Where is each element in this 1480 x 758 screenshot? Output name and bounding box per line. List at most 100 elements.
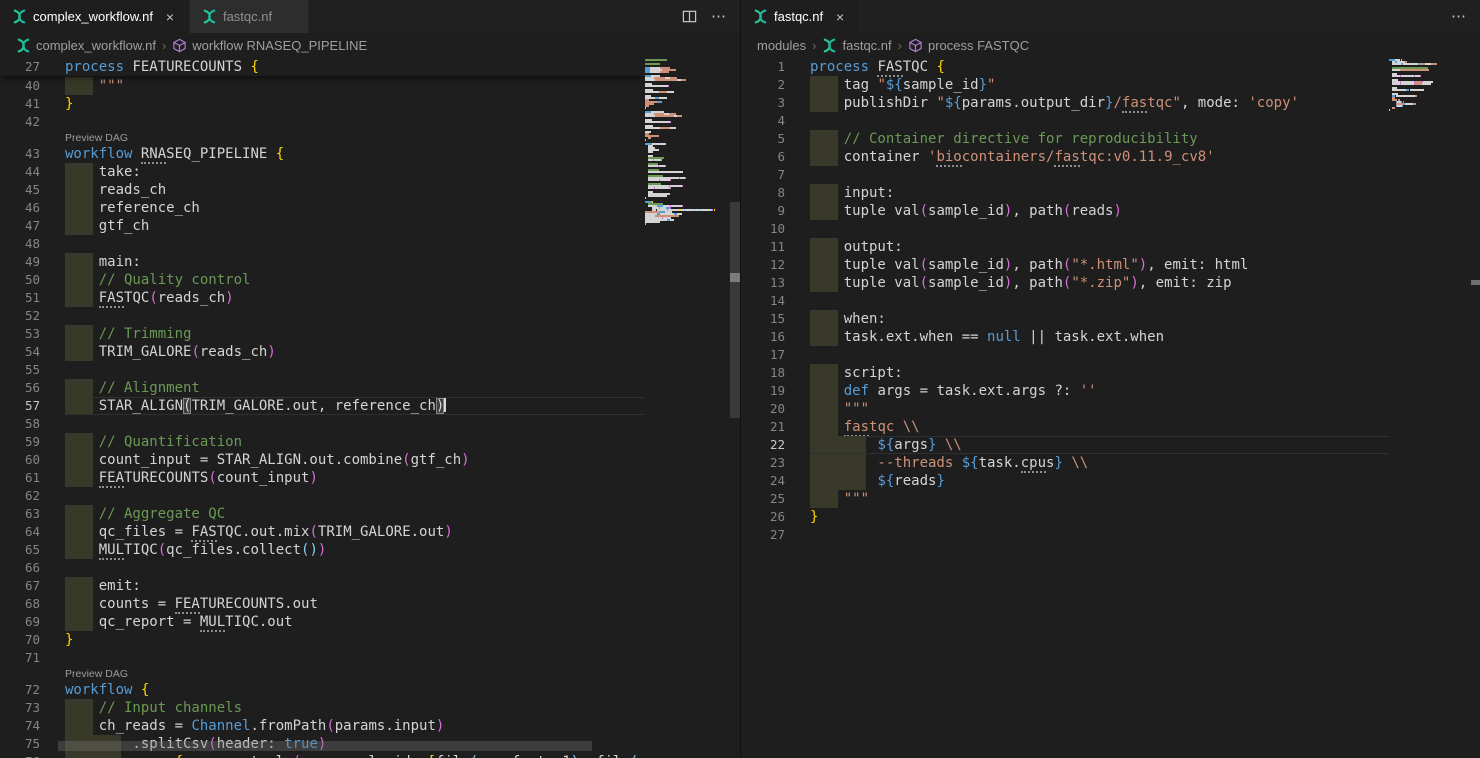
code-line-53[interactable]: 53 // Trimming xyxy=(0,325,645,343)
code-line-70[interactable]: 70} xyxy=(0,631,645,649)
code-line-6[interactable]: 6 container 'biocontainers/fastqc:v0.11.… xyxy=(741,148,1389,166)
horizontal-scrollbar-thumb[interactable] xyxy=(58,741,592,751)
breadcrumb-item[interactable]: fastqc.nf xyxy=(822,38,891,53)
scrollbar-thumb[interactable] xyxy=(730,202,740,418)
code-line-20[interactable]: 20 """ xyxy=(741,400,1389,418)
line-number: 11 xyxy=(741,238,810,256)
tab-label: fastqc.nf xyxy=(774,9,823,24)
indent-guide-block xyxy=(810,400,838,418)
vertical-scrollbar-right[interactable] xyxy=(1471,58,1480,758)
split-editor-icon[interactable] xyxy=(682,9,697,24)
code-line-56[interactable]: 56 // Alignment xyxy=(0,379,645,397)
code-area-right[interactable]: 1process FASTQC {2 tag "${sample_id}"3 p… xyxy=(741,58,1389,758)
code-line-59[interactable]: 59 // Quantification xyxy=(0,433,645,451)
breadcrumb-item[interactable]: complex_workflow.nf xyxy=(16,38,156,53)
codelens-preview-dag-link[interactable]: Preview DAG xyxy=(65,131,128,145)
code-line-58[interactable]: 58 xyxy=(0,415,645,433)
code-line-25[interactable]: 25 """ xyxy=(741,490,1389,508)
code-line-16[interactable]: 16 task.ext.when == null || task.ext.whe… xyxy=(741,328,1389,346)
code-line-68[interactable]: 68 counts = FEATURECOUNTS.out xyxy=(0,595,645,613)
code-line-47[interactable]: 47 gtf_ch xyxy=(0,217,645,235)
code-line-74[interactable]: 74 ch_reads = Channel.fromPath(params.in… xyxy=(0,717,645,735)
code-line-17[interactable]: 17 xyxy=(741,346,1389,364)
code-line-7[interactable]: 7 xyxy=(741,166,1389,184)
code-line-57[interactable]: 57 STAR_ALIGN(TRIM_GALORE.out, reference… xyxy=(0,397,645,415)
code-line-48[interactable]: 48 xyxy=(0,235,645,253)
code-line-27[interactable]: 27 xyxy=(741,526,1389,544)
editor-group-right: fastqc.nf× ⋯ modules›fastqc.nf›process F… xyxy=(740,0,1480,758)
more-actions-icon[interactable]: ⋯ xyxy=(711,9,726,24)
line-number: 71 xyxy=(0,649,65,667)
code-line-4[interactable]: 4 xyxy=(741,112,1389,130)
code-line-50[interactable]: 50 // Quality control xyxy=(0,271,645,289)
tab-close-icon[interactable]: × xyxy=(831,9,849,25)
line-number: 61 xyxy=(0,469,65,487)
sticky-scroll-line[interactable]: 27process FEATURECOUNTS { xyxy=(0,58,645,76)
code-line-24[interactable]: 24 ${reads} xyxy=(741,472,1389,490)
code-line-3[interactable]: 3 publishDir "${params.output_dir}/fastq… xyxy=(741,94,1389,112)
code-line-40[interactable]: 40 """ xyxy=(0,77,645,95)
code-line-69[interactable]: 69 qc_report = MULTIQC.out xyxy=(0,613,645,631)
code-line-12[interactable]: 12 tuple val(sample_id), path("*.html"),… xyxy=(741,256,1389,274)
code-line-19[interactable]: 19 def args = task.ext.args ?: '' xyxy=(741,382,1389,400)
tab-fastqc-nf[interactable]: fastqc.nf × xyxy=(741,0,860,33)
code-line-45[interactable]: 45 reads_ch xyxy=(0,181,645,199)
code-area-left[interactable]: 27process FEATURECOUNTS {40 """41}42Prev… xyxy=(0,58,645,758)
code-line-54[interactable]: 54 TRIM_GALORE(reads_ch) xyxy=(0,343,645,361)
code-line-73[interactable]: 73 // Input channels xyxy=(0,699,645,717)
code-line-52[interactable]: 52 xyxy=(0,307,645,325)
vertical-scrollbar-left[interactable] xyxy=(730,58,740,758)
code-line-42[interactable]: 42 xyxy=(0,113,645,131)
indent-guide-block xyxy=(65,433,93,451)
breadcrumb-label: workflow RNASEQ_PIPELINE xyxy=(192,38,367,53)
code-line-1[interactable]: 1process FASTQC { xyxy=(741,58,1389,76)
codelens-preview-dag-link[interactable]: Preview DAG xyxy=(65,667,128,681)
code-line-44[interactable]: 44 take: xyxy=(0,163,645,181)
breadcrumb-item[interactable]: workflow RNASEQ_PIPELINE xyxy=(172,38,367,53)
code-line-15[interactable]: 15 when: xyxy=(741,310,1389,328)
tab-close-icon[interactable]: × xyxy=(161,9,179,25)
code-line-49[interactable]: 49 main: xyxy=(0,253,645,271)
code-line-63[interactable]: 63 // Aggregate QC xyxy=(0,505,645,523)
code-line-11[interactable]: 11 output: xyxy=(741,238,1389,256)
code-line-67[interactable]: 67 emit: xyxy=(0,577,645,595)
code-line-22[interactable]: 22 ${args} \\ xyxy=(741,436,1389,454)
line-number: 40 xyxy=(0,77,65,95)
code-line-10[interactable]: 10 xyxy=(741,220,1389,238)
tab-complex-workflow-nf[interactable]: complex_workflow.nf× xyxy=(0,0,190,33)
tab-fastqc-nf[interactable]: fastqc.nf× xyxy=(190,0,309,33)
code-line-2[interactable]: 2 tag "${sample_id}" xyxy=(741,76,1389,94)
line-number: 17 xyxy=(741,346,810,364)
code-line-65[interactable]: 65 MULTIQC(qc_files.collect()) xyxy=(0,541,645,559)
code-line-66[interactable]: 66 xyxy=(0,559,645,577)
code-line-41[interactable]: 41} xyxy=(0,95,645,113)
code-line-46[interactable]: 46 reference_ch xyxy=(0,199,645,217)
code-line-76[interactable]: 76 .map { row -> tuple(row.sample_id, [f… xyxy=(0,753,645,758)
code-line-8[interactable]: 8 input: xyxy=(741,184,1389,202)
code-line-5[interactable]: 5 // Container directive for reproducibi… xyxy=(741,130,1389,148)
code-line-9[interactable]: 9 tuple val(sample_id), path(reads) xyxy=(741,202,1389,220)
code-line-72[interactable]: 72workflow { xyxy=(0,681,645,699)
line-number: 23 xyxy=(741,454,810,472)
code-line-64[interactable]: 64 qc_files = FASTQC.out.mix(TRIM_GALORE… xyxy=(0,523,645,541)
more-actions-icon[interactable]: ⋯ xyxy=(1451,9,1466,24)
line-number: 66 xyxy=(0,559,65,577)
code-line-23[interactable]: 23 --threads ${task.cpus} \\ xyxy=(741,454,1389,472)
code-line-71[interactable]: 71 xyxy=(0,649,645,667)
breadcrumb-item[interactable]: process FASTQC xyxy=(908,38,1029,53)
code-line-43[interactable]: 43workflow RNASEQ_PIPELINE { xyxy=(0,145,645,163)
code-line-14[interactable]: 14 xyxy=(741,292,1389,310)
code-line-26[interactable]: 26} xyxy=(741,508,1389,526)
code-line-55[interactable]: 55 xyxy=(0,361,645,379)
line-number: 43 xyxy=(0,145,65,163)
code-line-61[interactable]: 61 FEATURECOUNTS(count_input) xyxy=(0,469,645,487)
code-line-13[interactable]: 13 tuple val(sample_id), path("*.zip"), … xyxy=(741,274,1389,292)
code-line-62[interactable]: 62 xyxy=(0,487,645,505)
code-line-18[interactable]: 18 script: xyxy=(741,364,1389,382)
code-line-60[interactable]: 60 count_input = STAR_ALIGN.out.combine(… xyxy=(0,451,645,469)
minimap-right[interactable] xyxy=(1389,58,1471,758)
minimap-left[interactable] xyxy=(645,58,730,758)
code-line-51[interactable]: 51 FASTQC(reads_ch) xyxy=(0,289,645,307)
breadcrumb-item[interactable]: modules xyxy=(757,38,806,53)
code-line-21[interactable]: 21 fastqc \\ xyxy=(741,418,1389,436)
